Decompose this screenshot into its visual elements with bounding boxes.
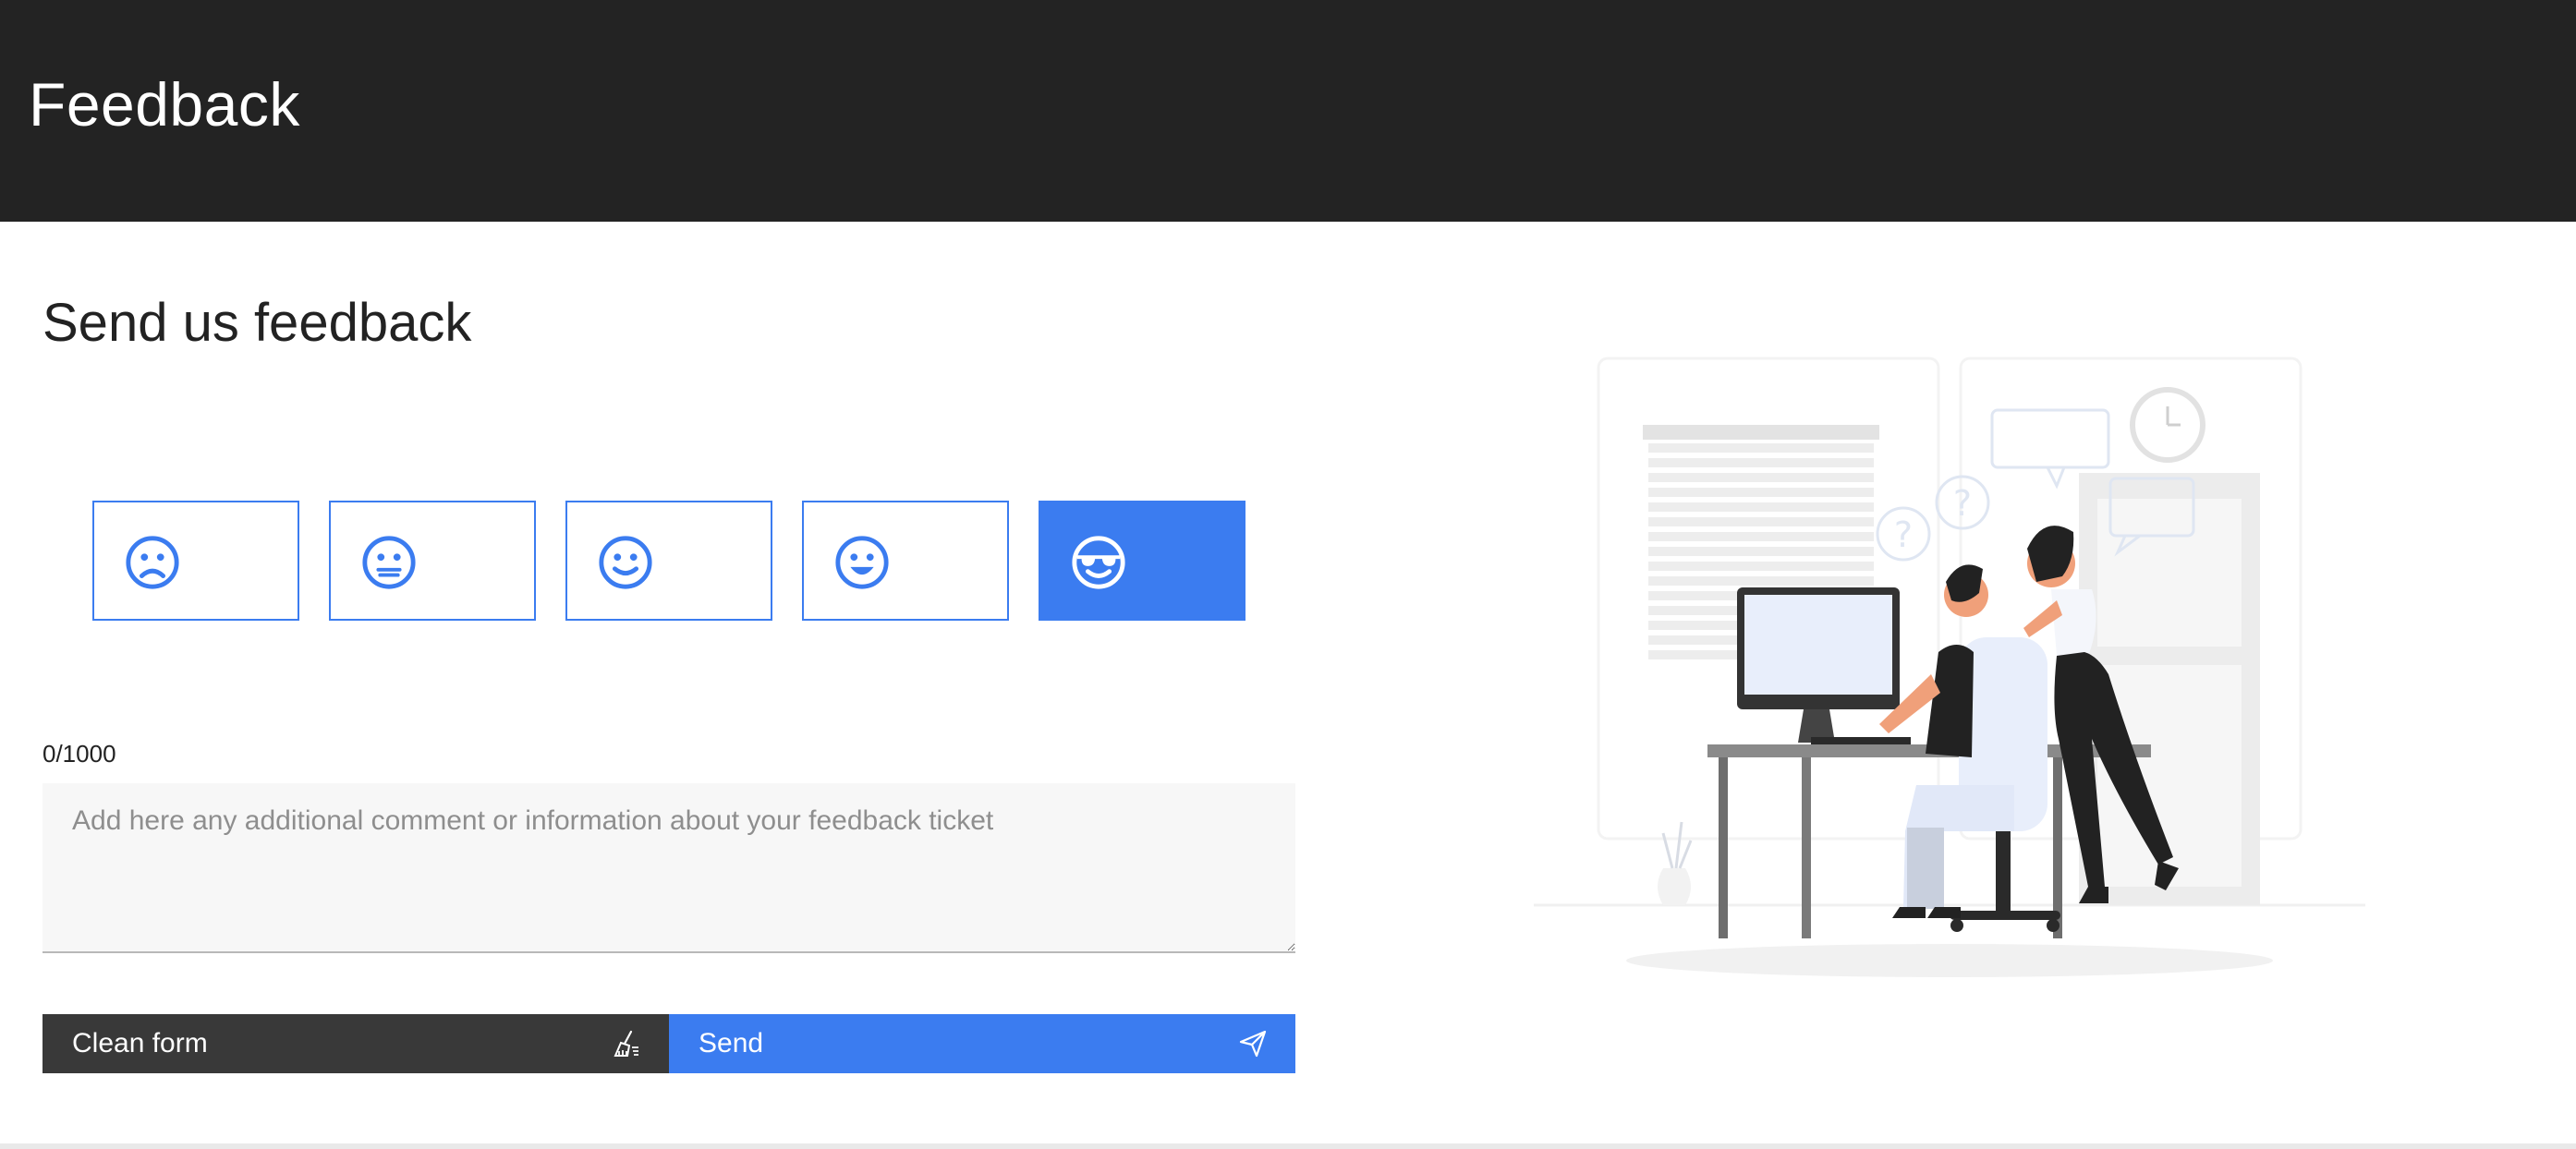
character-counter: 0/1000 [43, 740, 116, 768]
rating-option-very-satisfied[interactable] [1039, 501, 1245, 621]
comment-textarea[interactable] [43, 783, 1295, 953]
clean-form-label: Clean form [72, 1028, 208, 1058]
rating-option-satisfied[interactable] [802, 501, 1009, 621]
office-feedback-illustration: ? ? [1534, 357, 2365, 977]
rating-option-very-unsatisfied[interactable] [92, 501, 299, 621]
svg-text:?: ? [1894, 514, 1913, 555]
top-bar: Feedback [0, 0, 2576, 222]
neutral-face-icon [362, 536, 416, 589]
send-label: Send [699, 1028, 764, 1058]
app-title: Feedback [29, 70, 300, 139]
rating-option-neutral[interactable] [565, 501, 772, 621]
clean-form-button[interactable]: Clean form [43, 1014, 669, 1073]
slight-smile-face-icon [599, 536, 652, 589]
svg-text:?: ? [1953, 483, 1972, 524]
sunglasses-face-icon [1072, 536, 1125, 589]
paper-plane-icon [1239, 1030, 1267, 1058]
page-title: Send us feedback [43, 293, 472, 353]
rating-option-unsatisfied[interactable] [329, 501, 536, 621]
broom-icon [614, 1030, 638, 1057]
footer-divider [0, 1143, 2576, 1149]
sad-face-icon [126, 536, 179, 589]
send-button[interactable]: Send [669, 1014, 1295, 1073]
happy-face-icon [835, 536, 889, 589]
